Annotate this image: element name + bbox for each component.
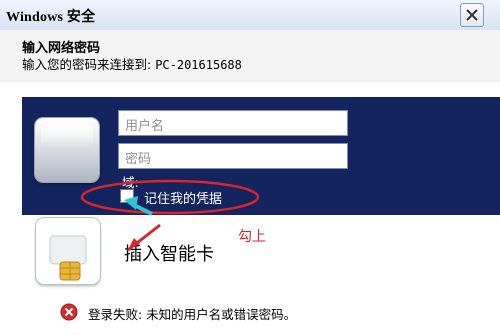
annotation-overlay bbox=[80, 179, 260, 252]
annotation-text: 勾上 bbox=[238, 229, 266, 245]
annotation-ellipse bbox=[80, 179, 260, 215]
error-icon bbox=[60, 303, 78, 321]
annotation-arrowhead-red bbox=[128, 238, 140, 250]
annotation-arrowhead-cyan bbox=[124, 196, 138, 210]
error-message: 登录失败: 未知的用户名或错误密码。 bbox=[88, 307, 297, 322]
